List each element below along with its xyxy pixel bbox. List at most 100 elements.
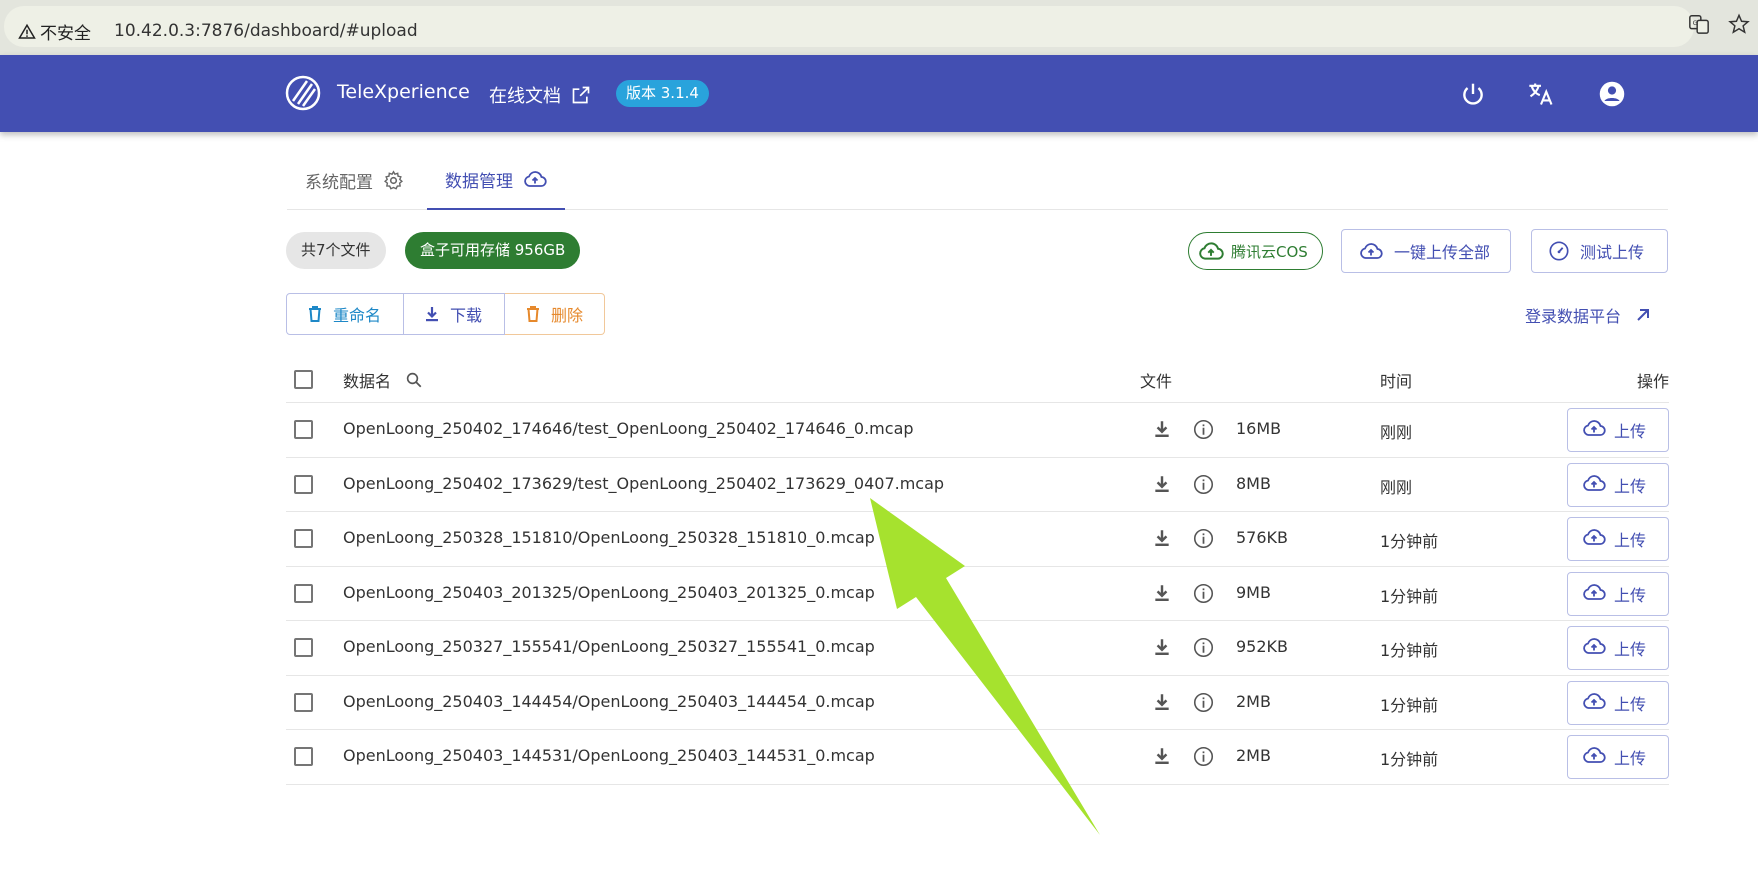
telexperience-logo-icon[interactable] xyxy=(285,75,321,111)
row-checkbox[interactable] xyxy=(294,583,313,603)
table-row[interactable]: OpenLoong_250402_174646/test_OpenLoong_2… xyxy=(286,403,1669,458)
info-icon[interactable] xyxy=(1193,637,1214,658)
trash-icon xyxy=(309,306,321,322)
table-row[interactable]: OpenLoong_250403_201325/OpenLoong_250403… xyxy=(286,567,1669,621)
cloud-upload-icon xyxy=(1582,635,1606,661)
cloud-upload-icon xyxy=(1582,581,1606,607)
tab-system-config[interactable]: 系统配置 xyxy=(287,150,422,210)
download-icon[interactable] xyxy=(1152,474,1172,494)
time-cell: 1分钟前 xyxy=(1380,750,1439,769)
storage-chip: 盒子可用存储 956GB xyxy=(405,232,581,269)
trash-icon xyxy=(527,306,539,322)
row-checkbox[interactable] xyxy=(294,638,313,657)
row-upload-button[interactable]: 上传 xyxy=(1567,462,1669,507)
upload-label: 上传 xyxy=(1614,585,1647,605)
download-label: 下载 xyxy=(450,306,483,325)
app-name[interactable]: TeleXperience xyxy=(337,81,470,103)
account-button[interactable] xyxy=(1595,77,1629,111)
upload-label: 上传 xyxy=(1614,531,1647,550)
data-table: 数据名 文件 时间 操作 OpenLoong_250402_174646/tes… xyxy=(286,355,1669,785)
upload-label: 上传 xyxy=(1614,749,1647,768)
tab-data-management[interactable]: 数据管理 xyxy=(427,150,565,210)
table-row[interactable]: OpenLoong_250328_151810/OpenLoong_250328… xyxy=(286,512,1669,567)
row-checkbox[interactable] xyxy=(294,747,313,766)
speedometer-icon xyxy=(1549,241,1569,261)
security-indicator[interactable]: 不安全 xyxy=(18,19,91,44)
info-icon[interactable] xyxy=(1193,746,1214,767)
upload-all-button[interactable]: 一键上传全部 xyxy=(1341,229,1511,273)
download-icon[interactable] xyxy=(1152,419,1172,439)
search-icon[interactable] xyxy=(405,371,423,389)
cloud-upload-icon xyxy=(1360,243,1383,259)
data-name-cell: OpenLoong_250402_173629/test_OpenLoong_2… xyxy=(343,473,945,493)
time-cell: 1分钟前 xyxy=(1380,532,1439,551)
file-count-chip: 共7个文件 xyxy=(286,232,386,269)
data-name-cell: OpenLoong_250403_144531/OpenLoong_250403… xyxy=(343,746,875,765)
row-upload-button[interactable]: 上传 xyxy=(1567,626,1669,670)
data-name-cell: OpenLoong_250403_201325/OpenLoong_250403… xyxy=(343,582,875,602)
tencent-cos-chip[interactable]: 腾讯云COS xyxy=(1188,232,1323,270)
app-header: TeleXperience 在线文档 版本 3.1.4 xyxy=(0,55,1758,132)
language-button[interactable] xyxy=(1524,77,1558,111)
file-size-cell: 952KB xyxy=(1236,637,1289,656)
online-docs-link[interactable]: 在线文档 xyxy=(489,82,591,108)
online-docs-label: 在线文档 xyxy=(489,86,561,107)
row-upload-button[interactable]: 上传 xyxy=(1567,408,1669,452)
row-upload-button[interactable]: 上传 xyxy=(1567,517,1669,561)
translate-page-icon[interactable]: G xyxy=(1688,13,1710,35)
table-header: 数据名 文件 时间 操作 xyxy=(286,355,1669,403)
data-name-cell: OpenLoong_250327_155541/OpenLoong_250327… xyxy=(343,637,875,656)
cloud-upload-icon xyxy=(1582,526,1606,552)
select-all-checkbox[interactable] xyxy=(294,370,313,389)
power-button[interactable] xyxy=(1456,77,1490,111)
table-row[interactable]: OpenLoong_250403_144531/OpenLoong_250403… xyxy=(286,730,1669,785)
data-platform-link[interactable]: 登录数据平台 xyxy=(1525,303,1651,327)
row-checkbox[interactable] xyxy=(294,692,313,712)
star-bookmark-icon[interactable] xyxy=(1728,13,1750,35)
row-checkbox[interactable] xyxy=(294,420,313,439)
table-row[interactable]: OpenLoong_250327_155541/OpenLoong_250327… xyxy=(286,621,1669,676)
power-icon xyxy=(1463,83,1483,105)
gear-icon xyxy=(384,169,403,190)
row-upload-button[interactable]: 上传 xyxy=(1567,680,1669,725)
delete-button[interactable]: 删除 xyxy=(505,293,605,335)
download-icon[interactable] xyxy=(1152,637,1172,657)
delete-label: 删除 xyxy=(551,306,584,325)
rename-button[interactable]: 重命名 xyxy=(286,293,404,335)
warning-triangle-icon xyxy=(18,23,36,39)
data-name-cell: OpenLoong_250328_151810/OpenLoong_250328… xyxy=(343,528,875,547)
upload-label: 上传 xyxy=(1614,694,1647,714)
info-icon[interactable] xyxy=(1193,692,1214,713)
cloud-upload-icon xyxy=(1582,472,1606,498)
browser-toolbar: 不安全 10.42.0.3:7876/dashboard/#upload G xyxy=(0,0,1758,55)
download-icon[interactable] xyxy=(1152,528,1172,548)
download-icon[interactable] xyxy=(1152,746,1172,766)
file-size-cell: 9MB xyxy=(1236,582,1271,602)
address-bar[interactable]: 不安全 10.42.0.3:7876/dashboard/#upload xyxy=(4,6,1694,47)
download-icon[interactable] xyxy=(1152,692,1172,712)
platform-label: 登录数据平台 xyxy=(1525,307,1622,326)
table-row[interactable]: OpenLoong_250402_173629/test_OpenLoong_2… xyxy=(286,458,1669,512)
info-icon[interactable] xyxy=(1193,474,1214,495)
info-icon[interactable] xyxy=(1193,583,1214,604)
test-upload-button[interactable]: 测试上传 xyxy=(1531,229,1668,273)
file-size-cell: 2MB xyxy=(1236,746,1271,765)
version-badge: 版本 3.1.4 xyxy=(616,80,709,107)
arrow-up-right-icon xyxy=(1637,309,1650,321)
download-button[interactable]: 下载 xyxy=(404,293,505,335)
info-icon[interactable] xyxy=(1193,419,1214,440)
row-checkbox[interactable] xyxy=(294,529,313,548)
url-text[interactable]: 10.42.0.3:7876/dashboard/#upload xyxy=(114,21,418,41)
row-upload-button[interactable]: 上传 xyxy=(1567,571,1669,616)
table-row[interactable]: OpenLoong_250403_144454/OpenLoong_250403… xyxy=(286,676,1669,730)
row-upload-button[interactable]: 上传 xyxy=(1567,735,1669,779)
file-size-cell: 16MB xyxy=(1236,419,1282,438)
account-icon xyxy=(1599,81,1625,107)
rename-label: 重命名 xyxy=(333,306,382,325)
info-icon[interactable] xyxy=(1193,528,1214,549)
svg-text:G: G xyxy=(1693,19,1698,27)
row-checkbox[interactable] xyxy=(294,474,313,494)
cloud-upload-icon xyxy=(1199,242,1224,260)
upload-all-label: 一键上传全部 xyxy=(1394,243,1491,262)
download-icon[interactable] xyxy=(1152,583,1172,603)
